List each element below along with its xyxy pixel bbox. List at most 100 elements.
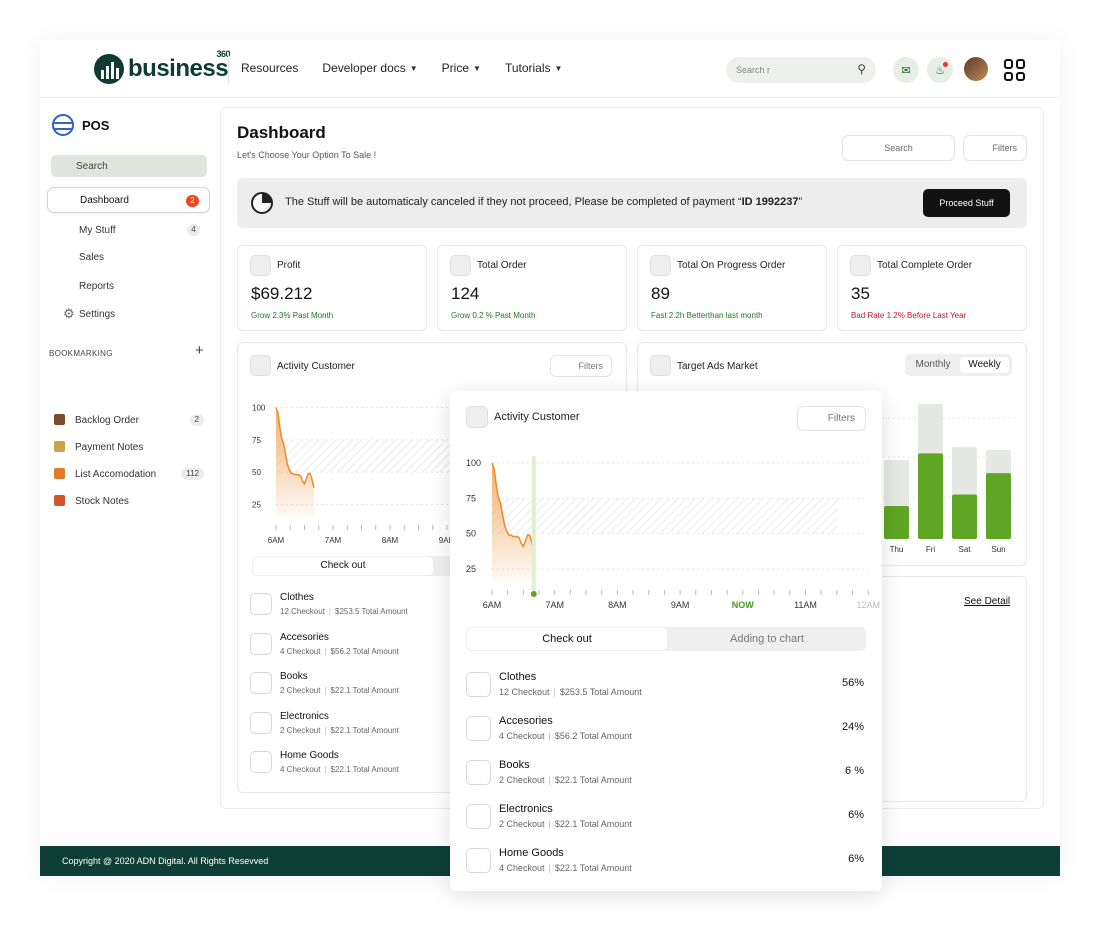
overlay-filters-button[interactable]: Filters [797,406,866,431]
x-tick-label: 12AM [856,600,880,610]
bookmark-label: Payment Notes [75,441,144,453]
add-bookmark-icon[interactable]: + [195,342,204,359]
nav-resources[interactable]: Resources [241,61,298,75]
alert-message: The Stuff will be automaticaly canceled … [285,196,802,208]
category-icon [466,804,491,829]
see-detail-link[interactable]: See Detail [964,596,1010,607]
proceed-stuff-button[interactable]: Proceed Stuff [923,189,1010,217]
total-amount: $56.2 Total Amount [554,731,632,741]
list-item[interactable]: Accesories 4 Checkout | $56.2 Total Amount 2… [466,713,864,749]
dashboard-filters-button[interactable]: Filters [963,135,1027,161]
item-meta: 4 Checkout | $56.2 Total Amount [499,731,632,741]
list-item[interactable]: Accesories 4 Checkout | $56.2 Total Amount [250,631,450,665]
payment-alert: The Stuff will be automaticaly canceled … [237,178,1027,228]
stat-note: Grow 0.2 % Past Month [451,311,536,320]
checkout-count: 2 Checkout [280,686,321,695]
item-name: Clothes [499,671,537,683]
bookmark-stock-notes[interactable]: Stock Notes [54,493,204,509]
meta-separator: | [548,775,551,785]
header-divider [228,54,229,84]
chat-icon: ✉ [901,64,911,77]
notifications-button[interactable]: ♨ [927,57,953,83]
sidebar-item-dashboard[interactable]: Dashboard 2 [47,187,210,213]
category-icon [250,593,272,615]
x-tick-label: 9AM [671,600,690,610]
stat-note: Grow 2.3% Past Month [251,311,334,320]
value-bar [884,506,909,539]
list-item[interactable]: Books 2 Checkout | $22.1 Total Amount 6 % [466,757,864,793]
item-meta: 4 Checkout | $22.1 Total Amount [280,765,399,774]
sidebar-item-sales[interactable]: Sales [47,244,210,270]
list-item[interactable]: Electronics 2 Checkout | $22.1 Total Amount [250,710,450,744]
category-icon [250,711,272,734]
sidebar-item-reports[interactable]: Reports [47,273,210,299]
now-marker-dot [530,591,537,597]
meta-separator: | [324,765,327,774]
nav-tutorials[interactable]: Tutorials ▼ [505,61,563,75]
list-item[interactable]: Clothes 12 Checkout | $253.5 Total Amount 56… [466,669,864,705]
user-avatar[interactable] [962,55,990,83]
stat-value: 124 [451,284,480,303]
tab-adding-to-chart[interactable]: Adding to chart [669,628,865,650]
tab-check-out[interactable]: Check out [253,557,433,575]
sidebar-item-settings[interactable]: ⚙ Settings [47,301,210,327]
count-badge: 2 [186,195,199,207]
y-tick-label: 50 [466,529,476,539]
item-meta: 2 Checkout | $22.1 Total Amount [499,775,632,785]
header-search-input[interactable]: Search r ⚲ [726,57,876,83]
stat-label: Total Order [477,260,527,271]
sidebar-item-label: Sales [79,251,105,263]
sidebar-item-my-stuff[interactable]: My Stuff 4 [47,217,210,243]
stat-note: Fast 2.2h Betterthan last month [651,311,763,320]
item-name: Home Goods [280,750,339,761]
alert-text: The Stuff will be automaticaly canceled … [285,196,742,208]
item-name: Clothes [280,592,314,603]
sidebar-item-label: Settings [79,308,116,320]
sidebar-item-label: Dashboard [80,194,129,206]
bookmark-payment-notes[interactable]: Payment Notes [54,439,204,455]
nav-price[interactable]: Price ▼ [442,61,481,75]
sidebar-search-input[interactable]: Search [51,155,207,177]
apps-grid-icon[interactable] [1004,59,1026,81]
x-tick-label: Thu [890,545,904,554]
tab-check-out[interactable]: Check out [467,628,667,650]
dashboard-search-input[interactable]: Search [842,135,955,161]
bookmark-list-accomodation[interactable]: List Accomodation 112 [54,466,204,482]
chevron-down-icon: ▼ [409,63,418,73]
value-bar [952,494,977,539]
chat-button[interactable]: ✉ [893,57,919,83]
stat-value: 89 [651,284,670,303]
list-item[interactable]: Clothes 12 Checkout | $253.5 Total Amount [250,591,450,625]
stat-card-profit: Profit $69.212 Grow 2.3% Past Month [237,245,427,331]
tab-monthly[interactable]: Monthly [908,357,958,373]
x-tick-label: 6AM [483,600,502,610]
tab-weekly[interactable]: Weekly [960,357,1009,373]
nav-developer-docs[interactable]: Developer docs ▼ [322,61,417,75]
item-meta: 2 Checkout | $22.1 Total Amount [499,819,632,829]
item-meta: 2 Checkout | $22.1 Total Amount [280,686,399,695]
brand-logo[interactable]: business 360 [94,49,231,84]
stat-label: Total On Progress Order [677,260,786,271]
list-item[interactable]: Home Goods 4 Checkout | $22.1 Total Amount 6… [466,845,864,881]
copyright-text: Copyright @ 2020 ADN Digital. All Rights… [62,856,269,866]
alert-text-end: ” [798,196,803,208]
list-item[interactable]: Electronics 2 Checkout | $22.1 Total Amount… [466,801,864,837]
value-bar [986,473,1011,539]
box-icon [54,495,65,506]
list-item[interactable]: Home Goods 4 Checkout | $22.1 Total Amount [250,749,450,783]
nav-label: Developer docs [322,61,406,75]
x-tick-label: 8AM [608,600,627,610]
activity-filters-button[interactable]: Filters [550,355,612,377]
bookmark-backlog-order[interactable]: Backlog Order 2 [54,412,204,428]
item-name: Accesories [499,715,553,727]
nav-label: Price [441,61,470,75]
item-name: Books [280,671,308,682]
checkout-count: 4 Checkout [280,765,321,774]
page-subtitle: Let's Choose Your Option To Sale ! [237,150,377,160]
list-item[interactable]: Books 2 Checkout | $22.1 Total Amount [250,670,450,704]
stat-icon [650,255,671,276]
truck-icon [54,468,65,479]
x-tick-label: Sun [991,545,1005,554]
card-icon [466,406,488,428]
card-icon [650,355,671,376]
